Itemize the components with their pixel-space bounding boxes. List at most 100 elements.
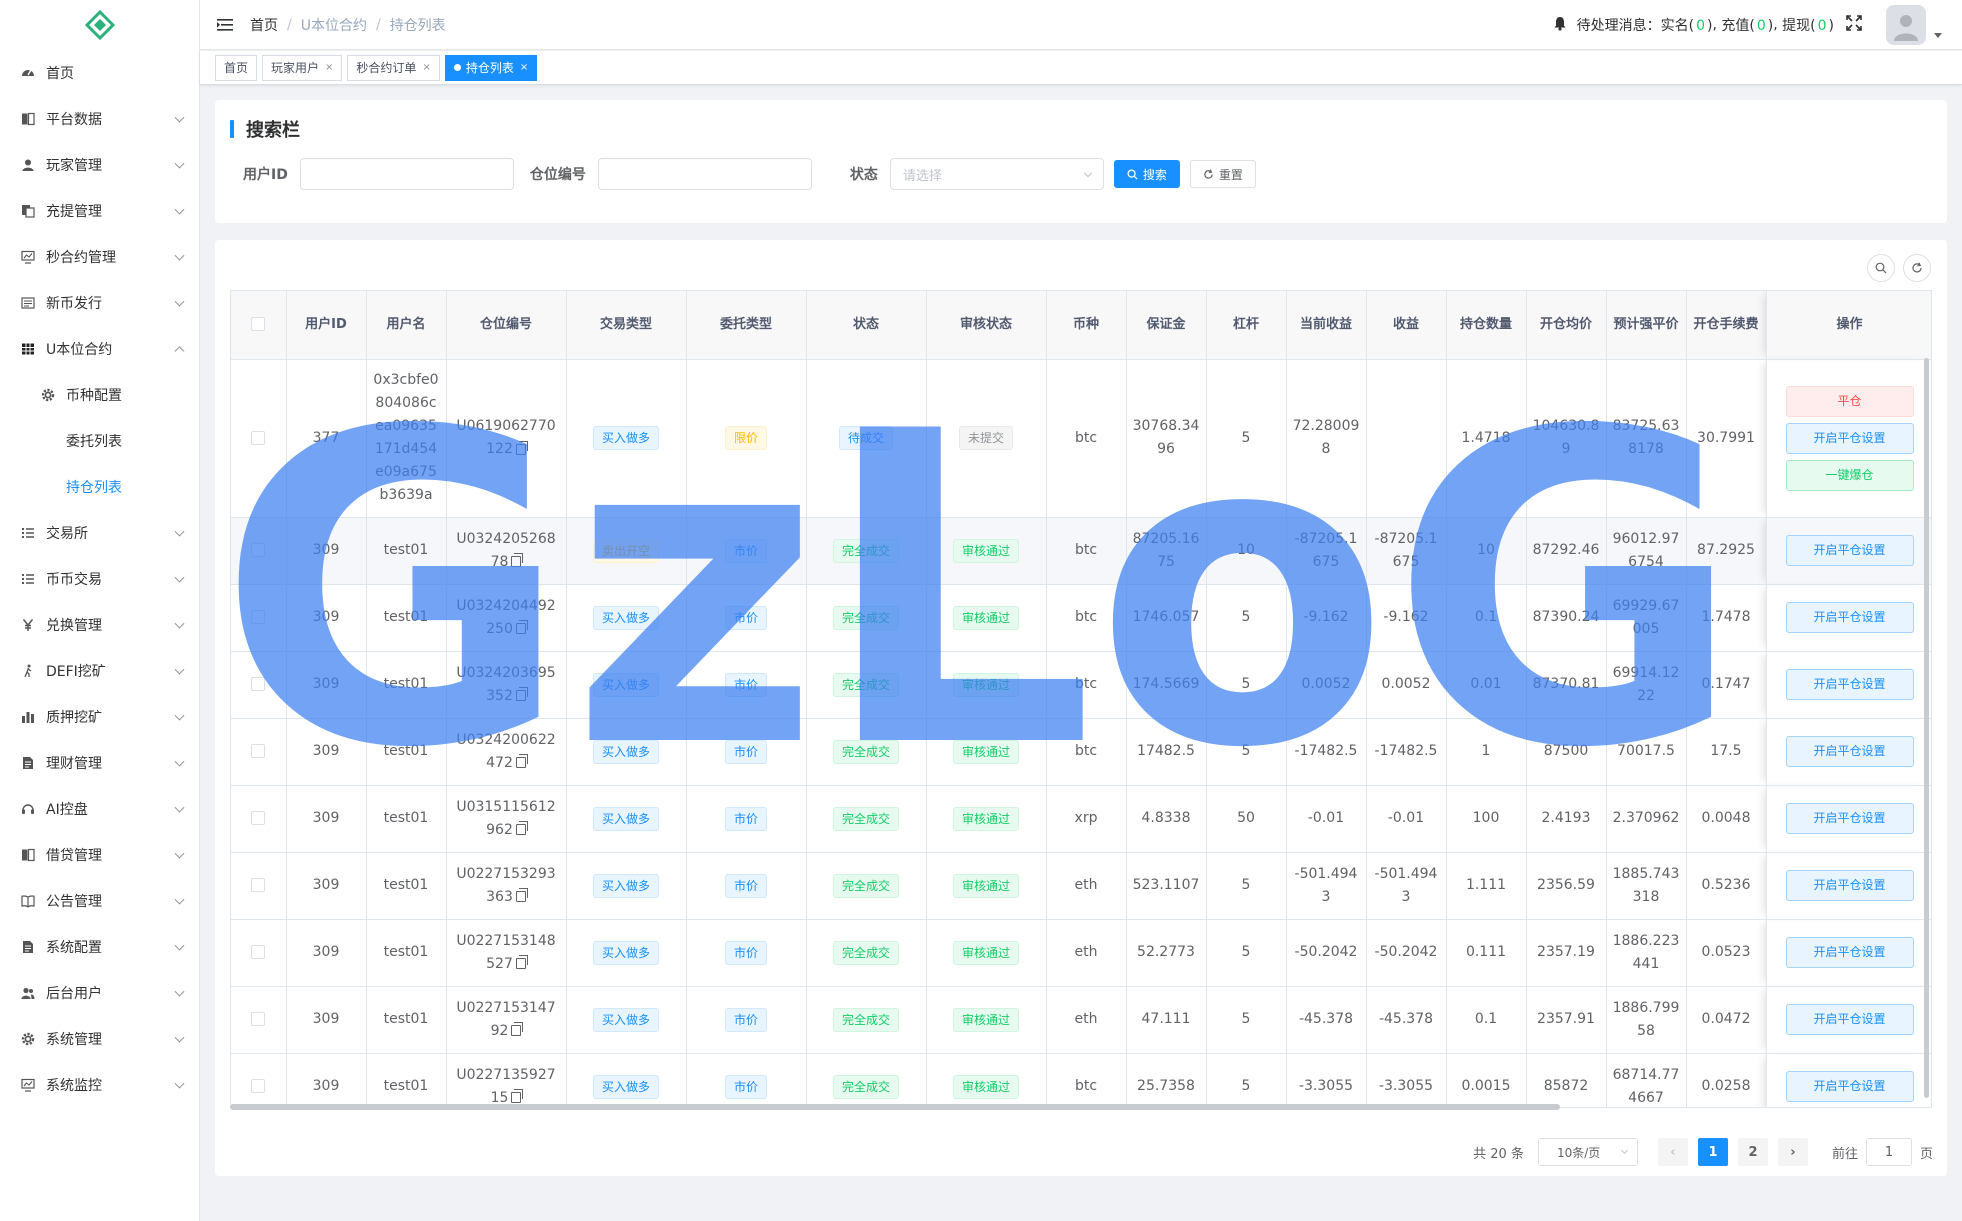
sidebar-item-20[interactable]: 后台用户	[0, 970, 199, 1016]
reset-button[interactable]: 重置	[1189, 160, 1256, 188]
page-size-select[interactable]: 10条/页	[1537, 1138, 1638, 1166]
position-no-text: U032420526878	[456, 530, 556, 570]
table-row[interactable]: 377 0x3cbfe0804086cea09635171d454e09a675b…	[231, 359, 1931, 518]
copy-icon[interactable]	[511, 1089, 524, 1103]
page-1-button[interactable]: 1	[1697, 1138, 1728, 1166]
close-icon[interactable]: ×	[325, 62, 333, 73]
prev-page-button[interactable]: ‹	[1657, 1138, 1688, 1166]
copy-icon[interactable]	[515, 440, 528, 455]
sidebar-item-11[interactable]: 币币交易	[0, 556, 199, 602]
close-position-button[interactable]: 平仓	[1785, 385, 1914, 417]
table-row[interactable]: 309 test01 U032420526878 卖出开空 市价 完全成交 审核通过 btc 8…	[231, 517, 1931, 585]
copy-icon[interactable]	[515, 888, 528, 902]
close-settings-button[interactable]: 开启平仓设置	[1785, 870, 1914, 901]
close-settings-button[interactable]: 开启平仓设置	[1785, 422, 1914, 454]
sidebar-item-15[interactable]: 理财管理	[0, 740, 199, 786]
logo[interactable]	[0, 0, 199, 50]
fullscreen-icon[interactable]	[1846, 15, 1862, 35]
notice-withdraw[interactable]: 提现(0)	[1782, 15, 1834, 35]
row-checkbox[interactable]	[251, 878, 266, 892]
tab-2[interactable]: 秒合约订单 ×	[347, 54, 440, 81]
close-settings-button[interactable]: 开启平仓设置	[1785, 803, 1914, 834]
cell-trade-type: 买入做多	[566, 718, 687, 786]
copy-icon[interactable]	[515, 955, 528, 969]
close-settings-button[interactable]: 开启平仓设置	[1785, 535, 1914, 566]
row-checkbox[interactable]	[251, 1079, 266, 1093]
next-page-button[interactable]: ›	[1777, 1138, 1808, 1166]
status-select[interactable]: 请选择	[889, 158, 1104, 190]
tab-0[interactable]: 首页	[215, 54, 258, 81]
close-settings-button[interactable]: 开启平仓设置	[1785, 736, 1914, 767]
copy-icon[interactable]	[511, 553, 524, 567]
sidebar-item-13[interactable]: DEFI挖矿	[0, 648, 199, 694]
copy-icon[interactable]	[515, 620, 528, 634]
row-checkbox[interactable]	[251, 1012, 266, 1026]
row-checkbox[interactable]	[251, 945, 266, 959]
notice-realname[interactable]: 实名(0)	[1661, 15, 1713, 35]
sidebar-item-2[interactable]: 玩家管理	[0, 142, 199, 188]
select-all-checkbox[interactable]	[251, 317, 266, 332]
sidebar-item-12[interactable]: 兑换管理	[0, 602, 199, 648]
sidebar-item-6[interactable]: U本位合约	[0, 326, 199, 372]
vertical-scrollbar[interactable]	[1924, 358, 1929, 1098]
bell-icon[interactable]	[1553, 16, 1567, 35]
copy-icon[interactable]	[515, 821, 528, 835]
user-id-input[interactable]	[299, 158, 514, 190]
close-settings-button[interactable]: 开启平仓设置	[1785, 669, 1914, 700]
row-checkbox[interactable]	[251, 610, 266, 624]
sidebar-item-1[interactable]: 平台数据	[0, 96, 199, 142]
toggle-search-button[interactable]	[1867, 254, 1895, 282]
close-icon[interactable]: ×	[422, 62, 430, 73]
position-no-input[interactable]	[597, 158, 812, 190]
table-row[interactable]: 309 test01 U022713592715 买入做多 市价 完全成交 审核通过 btc 2…	[231, 1053, 1931, 1107]
sidebar-item-16[interactable]: AI控盘	[0, 786, 199, 832]
row-checkbox[interactable]	[251, 744, 266, 758]
sidebar-item-4[interactable]: 秒合约管理	[0, 234, 199, 280]
close-settings-button[interactable]: 开启平仓设置	[1785, 937, 1914, 968]
tab-1[interactable]: 玩家用户 ×	[262, 54, 343, 81]
horizontal-scrollbar[interactable]	[230, 1104, 1560, 1110]
hamburger-icon[interactable]	[200, 0, 250, 50]
sidebar-item-22[interactable]: 系统监控	[0, 1062, 199, 1108]
sidebar-item-14[interactable]: 质押挖矿	[0, 694, 199, 740]
table-row[interactable]: 309 test01 U0324200622472 买入做多 市价 完全成交 审核通过 btc…	[231, 718, 1931, 786]
sidebar-item-3[interactable]: 充提管理	[0, 188, 199, 234]
caret-down-icon[interactable]	[1934, 32, 1942, 38]
avatar[interactable]	[1886, 5, 1926, 45]
row-checkbox[interactable]	[251, 677, 266, 691]
table-row[interactable]: 309 test01 U0324204492250 买入做多 市价 完全成交 审核通过 btc…	[231, 584, 1931, 652]
breadcrumb-home[interactable]: 首页	[250, 15, 278, 35]
refresh-table-button[interactable]	[1903, 254, 1931, 282]
table-row[interactable]: 309 test01 U022715314792 买入做多 市价 完全成交 审核通过 eth 4…	[231, 986, 1931, 1054]
copy-icon[interactable]	[511, 1022, 524, 1036]
sidebar-item-8[interactable]: 委托列表	[0, 418, 199, 464]
table-row[interactable]: 309 test01 U0227153148527 买入做多 市价 完全成交 审核通过 eth…	[231, 919, 1931, 987]
close-settings-button[interactable]: 开启平仓设置	[1785, 1071, 1914, 1102]
table-row[interactable]: 309 test01 U0324203695352 买入做多 市价 完全成交 审核通过 btc…	[231, 651, 1931, 719]
close-settings-button[interactable]: 开启平仓设置	[1785, 602, 1914, 633]
row-checkbox[interactable]	[251, 543, 266, 557]
sidebar-item-17[interactable]: 借贷管理	[0, 832, 199, 878]
notice-recharge[interactable]: 充值(0)	[1721, 15, 1773, 35]
row-checkbox[interactable]	[251, 811, 266, 825]
close-settings-button[interactable]: 开启平仓设置	[1785, 1004, 1914, 1035]
sidebar-item-21[interactable]: 系统管理	[0, 1016, 199, 1062]
row-checkbox[interactable]	[251, 430, 266, 445]
search-button[interactable]: 搜索	[1113, 160, 1180, 188]
goto-page-input[interactable]: 1	[1865, 1138, 1912, 1166]
tab-3[interactable]: 持仓列表 ×	[444, 54, 538, 81]
sidebar-item-19[interactable]: 系统配置	[0, 924, 199, 970]
copy-icon[interactable]	[515, 687, 528, 701]
sidebar-item-9[interactable]: 持仓列表	[0, 464, 199, 510]
close-icon[interactable]: ×	[520, 62, 528, 73]
table-row[interactable]: 309 test01 U0315115612962 买入做多 市价 完全成交 审核通过 xrp…	[231, 785, 1931, 853]
force-liquidate-button[interactable]: 一键爆仓	[1785, 459, 1914, 491]
sidebar-item-5[interactable]: 新币发行	[0, 280, 199, 326]
page-2-button[interactable]: 2	[1737, 1138, 1768, 1166]
sidebar-item-7[interactable]: 币种配置	[0, 372, 199, 418]
sidebar-item-10[interactable]: 交易所	[0, 510, 199, 556]
sidebar-item-0[interactable]: 首页	[0, 50, 199, 96]
copy-icon[interactable]	[515, 754, 528, 768]
sidebar-item-18[interactable]: 公告管理	[0, 878, 199, 924]
table-row[interactable]: 309 test01 U0227153293363 买入做多 市价 完全成交 审核通过 eth…	[231, 852, 1931, 920]
